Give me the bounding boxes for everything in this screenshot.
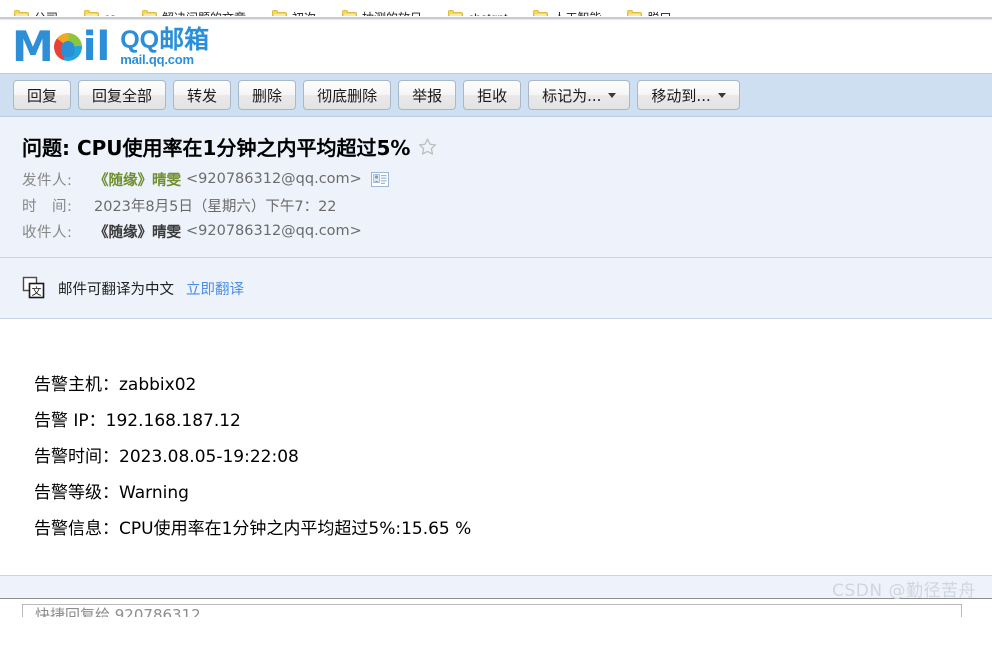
browser-bookmarks-bar[interactable]: 公司 cs 解决问题的文章 初次 抽测的放日 chatgpt 人工智能 脱口 (0, 0, 992, 17)
folder-icon (272, 10, 288, 16)
quick-reply-zone: 快捷回复给 920786312 (0, 599, 992, 617)
bookmark-item[interactable]: cs (84, 10, 116, 16)
to-label: 收件人: (22, 224, 73, 241)
mail-body: 告警主机：zabbix02 告警 IP：192.168.187.12 告警时间：… (0, 319, 992, 575)
alert-host-line: 告警主机：zabbix02 (34, 375, 197, 395)
quick-reply-placeholder: 快捷回复给 920786312 (35, 606, 201, 618)
reject-button-label: 拒收 (477, 86, 508, 105)
bookmark-item[interactable]: 初次 (272, 10, 316, 16)
contact-card-icon[interactable] (370, 171, 389, 187)
bookmark-item[interactable]: 抽测的放日 (342, 10, 422, 16)
alert-ip-line: 告警 IP：192.168.187.12 (34, 411, 241, 431)
folder-icon (533, 10, 549, 16)
bookmark-item[interactable]: 人工智能 (533, 10, 601, 16)
folder-icon (142, 10, 158, 16)
translate-now-link[interactable]: 立即翻译 (186, 278, 244, 299)
folder-icon (14, 10, 29, 16)
date-label: 时 间: (22, 198, 73, 215)
mail-header-panel: 问题: CPU使用率在1分钟之内平均超过5% 发件人: 《随缘》晴雯 <9207… (0, 117, 992, 258)
bookmark-label: 初次 (292, 12, 316, 16)
delete-button[interactable]: 删除 (238, 80, 297, 110)
to-address[interactable]: <920786312@qq.com> (186, 223, 362, 239)
reply-button[interactable]: 回复 (13, 80, 72, 110)
bookmark-item[interactable]: 公司 (14, 10, 58, 16)
move-to-dropdown[interactable]: 移动到... (637, 80, 740, 110)
star-icon[interactable] (418, 137, 437, 156)
logo-wordmark: M il (12, 21, 111, 71)
from-address[interactable]: <920786312@qq.com> (186, 171, 362, 187)
mail-to-row: 收件人: 《随缘》晴雯 <920786312@qq.com> (22, 218, 992, 244)
mail-subject: 问题: CPU使用率在1分钟之内平均超过5% (22, 135, 411, 160)
bookmark-label: 脱口 (647, 12, 671, 16)
reply-button-label: 回复 (27, 86, 58, 105)
delete-button-label: 删除 (252, 86, 283, 105)
logo-chinese-block: QQ邮箱 mail.qq.com (120, 27, 209, 67)
folder-icon (342, 10, 358, 16)
translate-text: 邮件可翻译为中文 (58, 281, 174, 298)
footer-bar: CSDN @勤径苦舟 (0, 576, 992, 601)
bookmark-label: cs (104, 12, 116, 16)
bookmark-label: 解决问题的文章 (162, 12, 246, 16)
csdn-watermark: CSDN @勤径苦舟 (832, 581, 976, 601)
date-value: 2023年8月5日（星期六）下午7：22 (94, 198, 337, 215)
report-button[interactable]: 举报 (398, 80, 457, 110)
quick-reply-input[interactable]: 快捷回复给 920786312 (22, 604, 962, 617)
reject-button[interactable]: 拒收 (463, 80, 522, 110)
report-button-label: 举报 (412, 86, 443, 105)
bookmark-label: 抽测的放日 (362, 12, 422, 16)
translate-icon: 文 (22, 276, 45, 299)
translate-notice-bar: 文 邮件可翻译为中文 立即翻译 (0, 258, 992, 318)
move-to-dropdown-label: 移动到... (651, 86, 711, 105)
mail-date-row: 时 间: 2023年8月5日（星期六）下午7：22 (22, 192, 992, 218)
bookmark-item[interactable]: 脱口 (627, 10, 671, 16)
qqmail-logo-header: M il QQ邮箱 mail.qq.com (0, 20, 992, 73)
bookmark-label: 公司 (34, 12, 58, 16)
bookmark-label: chatgpt (468, 12, 507, 16)
chevron-down-icon (717, 92, 726, 98)
logo-cn-name: QQ邮箱 (120, 25, 210, 54)
bookmark-item[interactable]: 解决问题的文章 (142, 10, 246, 16)
folder-icon (448, 10, 464, 16)
folder-icon (84, 10, 100, 16)
forward-button-label: 转发 (187, 86, 218, 105)
qq-penguin-icon (53, 32, 82, 61)
chevron-down-icon (608, 92, 617, 98)
mail-meta-table: 发件人: 《随缘》晴雯 <920786312@qq.com> 时 间: 2023… (0, 166, 992, 244)
to-name[interactable]: 《随缘》晴雯 (94, 221, 181, 242)
logo-letter-m: M (12, 21, 54, 71)
reply-all-button-label: 回复全部 (92, 86, 153, 105)
bookmark-item[interactable]: chatgpt (448, 10, 507, 16)
subject-row: 问题: CPU使用率在1分钟之内平均超过5% (0, 131, 992, 161)
mail-action-toolbar: 回复 回复全部 转发 删除 彻底删除 举报 拒收 标记为... 移动到... (0, 73, 992, 117)
reply-all-button[interactable]: 回复全部 (78, 80, 167, 110)
mark-as-dropdown-label: 标记为... (542, 86, 602, 105)
svg-text:文: 文 (32, 285, 42, 298)
from-name[interactable]: 《随缘》晴雯 (94, 169, 181, 190)
folder-icon (627, 10, 643, 16)
alert-time-line: 告警时间：2023.08.05-19:22:08 (34, 447, 299, 467)
logo-letters-il: il (82, 23, 111, 70)
permanent-delete-button-label: 彻底删除 (317, 86, 378, 105)
bookmark-label: 人工智能 (553, 12, 601, 16)
qqmail-logo[interactable]: M il QQ邮箱 mail.qq.com (12, 21, 209, 71)
logo-domain: mail.qq.com (120, 51, 194, 67)
alert-message-line: 告警信息：CPU使用率在1分钟之内平均超过5%:15.65 % (34, 519, 472, 539)
permanent-delete-button[interactable]: 彻底删除 (303, 80, 392, 110)
alert-severity-line: 告警等级：Warning (34, 483, 189, 503)
mark-as-dropdown[interactable]: 标记为... (528, 80, 631, 110)
mail-from-row: 发件人: 《随缘》晴雯 <920786312@qq.com> (22, 166, 992, 192)
forward-button[interactable]: 转发 (173, 80, 232, 110)
from-label: 发件人: (22, 172, 73, 189)
